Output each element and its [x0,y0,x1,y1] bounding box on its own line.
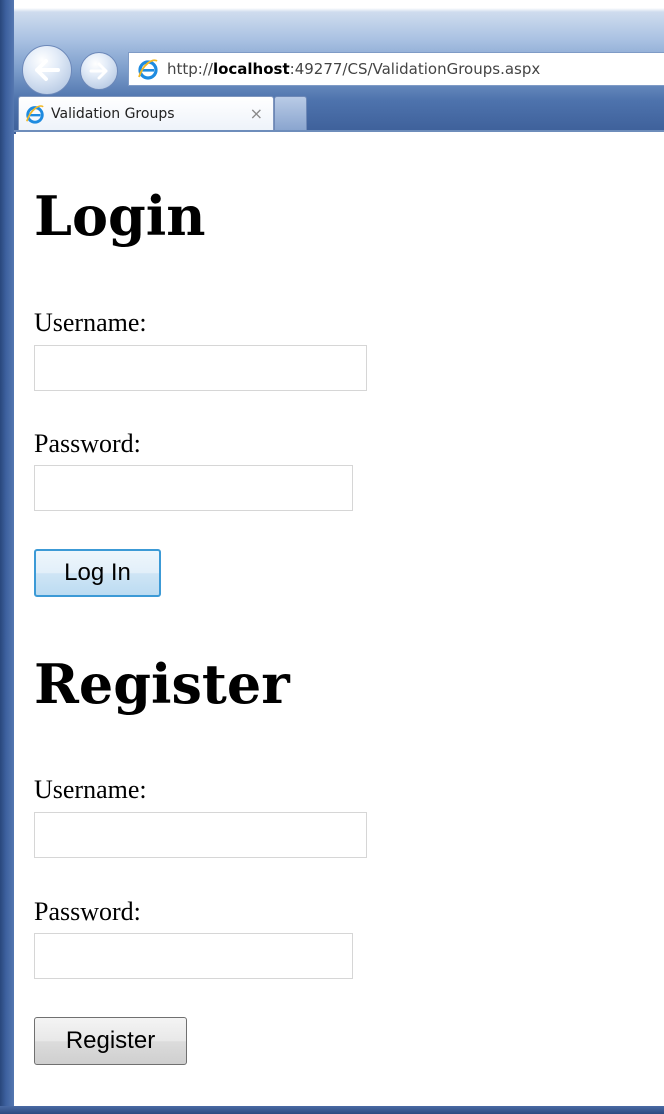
close-icon[interactable]: × [250,104,263,123]
tab-validation-groups[interactable]: Validation Groups × [18,96,274,130]
tab-title: Validation Groups [51,105,175,122]
register-password-input[interactable] [34,933,353,979]
new-tab-button[interactable] [274,96,307,130]
register-heading: Register [34,652,290,716]
forward-button[interactable] [80,52,118,90]
login-username-label: Username: [34,308,147,337]
address-path: :49277/CS/ValidationGroups.aspx [289,60,541,78]
address-host: localhost [212,60,290,78]
login-button[interactable]: Log In [34,549,161,597]
login-heading: Login [34,184,206,248]
address-scheme: http:// [167,60,213,78]
login-username-input[interactable] [34,345,367,391]
register-username-label: Username: [34,775,147,804]
register-username-input[interactable] [34,812,367,858]
back-arrow-icon [35,59,60,81]
ie-logo-icon [26,104,44,124]
forward-arrow-icon [89,62,108,80]
register-password-label: Password: [34,897,141,926]
address-bar[interactable]: http://localhost:49277/CS/ValidationGrou… [128,52,664,86]
window-frame-left [0,0,14,1114]
login-password-label: Password: [34,429,141,458]
login-password-input[interactable] [34,465,353,511]
ie-logo-icon [138,59,158,80]
register-button[interactable]: Register [34,1017,187,1065]
back-button[interactable] [22,45,72,95]
window-frame-bottom [0,1106,664,1114]
page-content: Login Username: Password: Log In Registe… [16,132,664,1106]
